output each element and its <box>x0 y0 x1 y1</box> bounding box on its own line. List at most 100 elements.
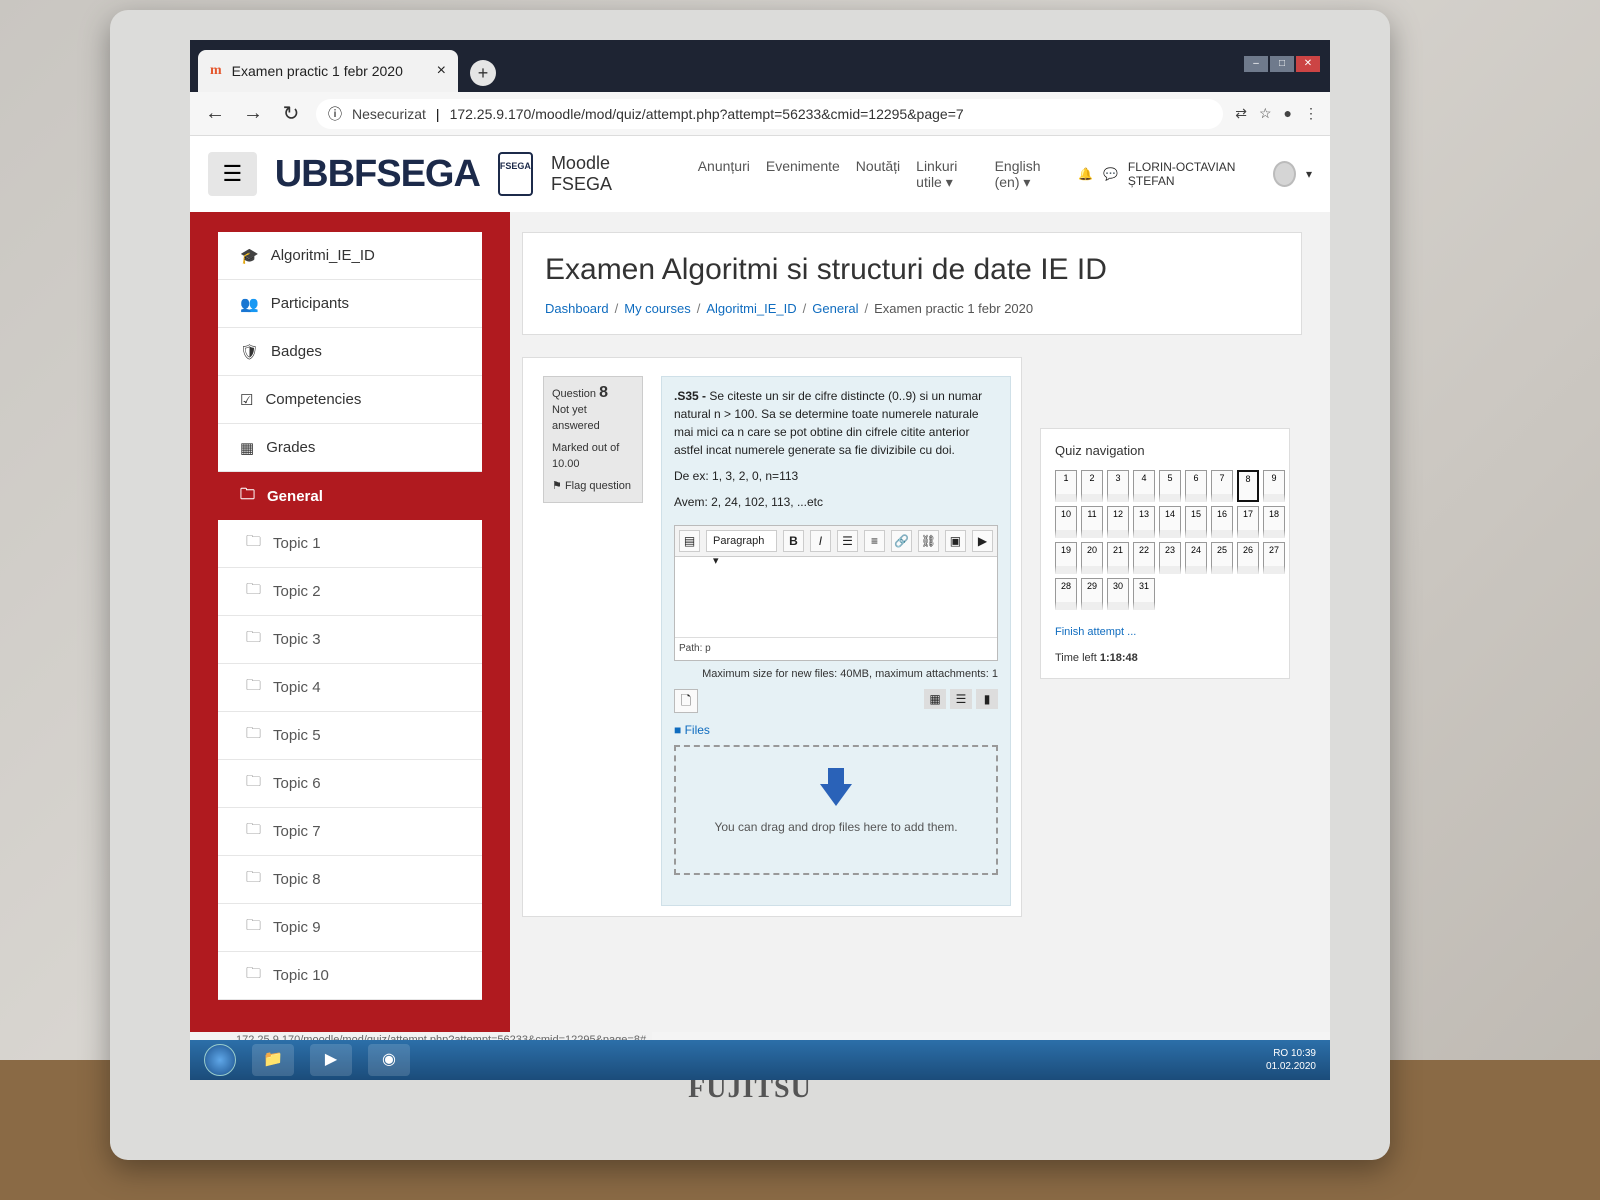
unlink-icon[interactable]: ⛓ <box>917 530 939 552</box>
quiz-nav-button-28[interactable]: 28 <box>1055 578 1077 610</box>
quiz-nav-button-1[interactable]: 1 <box>1055 470 1077 502</box>
grid-view-icon[interactable]: ▦ <box>924 689 946 709</box>
image-icon[interactable]: ▣ <box>944 530 966 552</box>
translate-icon[interactable]: ⇄ <box>1235 105 1247 122</box>
quiz-nav-button-15[interactable]: 15 <box>1185 506 1207 538</box>
forward-icon[interactable]: → <box>240 102 266 125</box>
quiz-nav-button-6[interactable]: 6 <box>1185 470 1207 502</box>
quiz-nav-button-29[interactable]: 29 <box>1081 578 1103 610</box>
file-dropzone[interactable]: You can drag and drop files here to add … <box>674 745 998 875</box>
chevron-down-icon[interactable]: ▾ <box>1306 167 1312 181</box>
quiz-nav-button-3[interactable]: 3 <box>1107 470 1129 502</box>
quiz-nav-button-23[interactable]: 23 <box>1159 542 1181 574</box>
drawer-item-topic[interactable]: 🗀 Topic 10 <box>218 952 482 1000</box>
quiz-nav-button-31[interactable]: 31 <box>1133 578 1155 610</box>
breadcrumb-dashboard[interactable]: Dashboard <box>545 301 609 316</box>
link-icon[interactable]: 🔗 <box>890 530 912 552</box>
quiz-nav-button-2[interactable]: 2 <box>1081 470 1103 502</box>
drawer-item-grades[interactable]: ▦ Grades <box>218 424 482 472</box>
drawer-toggle-button[interactable]: ☰ <box>208 152 257 196</box>
drawer-item-topic[interactable]: 🗀 Topic 9 <box>218 904 482 952</box>
quiz-nav-button-21[interactable]: 21 <box>1107 542 1129 574</box>
quiz-nav-button-17[interactable]: 17 <box>1237 506 1259 538</box>
quiz-nav-button-9[interactable]: 9 <box>1263 470 1285 502</box>
paragraph-style-select[interactable]: Paragraph ▾ <box>706 530 777 567</box>
quiz-nav-button-12[interactable]: 12 <box>1107 506 1129 538</box>
quiz-nav-button-4[interactable]: 4 <box>1133 470 1155 502</box>
quiz-nav-button-7[interactable]: 7 <box>1211 470 1233 502</box>
add-file-icon[interactable]: 🗋 <box>674 689 698 713</box>
quiz-nav-button-14[interactable]: 14 <box>1159 506 1181 538</box>
ordered-list-icon[interactable]: ≡ <box>863 530 885 552</box>
drawer-item-topic[interactable]: 🗀 Topic 5 <box>218 712 482 760</box>
url-field[interactable]: ⓘ Nesecurizat | 172.25.9.170/moodle/mod/… <box>316 98 1224 129</box>
minimize-button[interactable]: – <box>1244 56 1268 72</box>
quiz-nav-button-25[interactable]: 25 <box>1211 542 1233 574</box>
breadcrumb-section[interactable]: General <box>812 301 858 316</box>
browser-tab[interactable]: m Examen practic 1 febr 2020 × <box>198 50 458 92</box>
quiz-nav-button-24[interactable]: 24 <box>1185 542 1207 574</box>
flag-question-button[interactable]: ⚑ Flag question <box>552 478 634 494</box>
reload-icon[interactable]: ↻ <box>278 101 304 126</box>
system-tray[interactable]: RO 10:39 01.02.2020 <box>1266 1047 1316 1073</box>
site-logo[interactable]: UBBFSEGA <box>275 153 481 196</box>
drawer-item-topic[interactable]: 🗀 Topic 6 <box>218 760 482 808</box>
notifications-bell-icon[interactable]: 🔔 <box>1078 167 1093 181</box>
info-icon[interactable]: ⓘ <box>328 104 342 124</box>
quiz-nav-button-20[interactable]: 20 <box>1081 542 1103 574</box>
quiz-nav-button-10[interactable]: 10 <box>1055 506 1077 538</box>
drawer-item-course[interactable]: 🎓 Algoritmi_IE_ID <box>218 232 482 280</box>
bold-button[interactable]: B <box>782 530 804 552</box>
media-icon[interactable]: ▶ <box>971 530 993 552</box>
quiz-nav-button-30[interactable]: 30 <box>1107 578 1129 610</box>
italic-button[interactable]: I <box>809 530 831 552</box>
chrome-taskbar-icon[interactable]: ◉ <box>368 1044 410 1076</box>
menu-events[interactable]: Evenimente <box>766 158 840 191</box>
quiz-nav-button-11[interactable]: 11 <box>1081 506 1103 538</box>
menu-announcements[interactable]: Anunțuri <box>698 158 750 191</box>
drawer-item-general[interactable]: 🗀 General <box>218 472 482 520</box>
tree-view-icon[interactable]: ▮ <box>976 689 998 709</box>
user-menu[interactable]: 🔔 💬 FLORIN-OCTAVIAN ȘTEFAN ▾ <box>1078 160 1312 188</box>
start-button[interactable] <box>204 1044 236 1076</box>
drawer-item-topic[interactable]: 🗀 Topic 8 <box>218 856 482 904</box>
quiz-nav-button-8[interactable]: 8 <box>1237 470 1259 502</box>
drawer-item-participants[interactable]: 👥 Participants <box>218 280 482 328</box>
answer-text-area[interactable] <box>675 557 997 637</box>
drawer-item-badges[interactable]: 🛡 Badges <box>218 328 482 376</box>
drawer-item-topic[interactable]: 🗀 Topic 3 <box>218 616 482 664</box>
media-player-taskbar-icon[interactable]: ▶ <box>310 1044 352 1076</box>
breadcrumb-my-courses[interactable]: My courses <box>624 301 690 316</box>
toolbar-toggle-icon[interactable]: ▤ <box>679 530 700 552</box>
quiz-nav-button-18[interactable]: 18 <box>1263 506 1285 538</box>
quiz-nav-button-19[interactable]: 19 <box>1055 542 1077 574</box>
breadcrumb-course[interactable]: Algoritmi_IE_ID <box>706 301 796 316</box>
drawer-item-topic[interactable]: 🗀 Topic 2 <box>218 568 482 616</box>
back-icon[interactable]: ← <box>202 102 228 125</box>
new-tab-button[interactable]: + <box>470 60 496 86</box>
list-view-icon[interactable]: ☰ <box>950 689 972 709</box>
close-window-button[interactable]: ✕ <box>1296 56 1320 72</box>
quiz-nav-button-22[interactable]: 22 <box>1133 542 1155 574</box>
messages-icon[interactable]: 💬 <box>1103 167 1118 181</box>
quiz-nav-button-13[interactable]: 13 <box>1133 506 1155 538</box>
avatar[interactable] <box>1273 161 1296 187</box>
profile-icon[interactable]: ● <box>1284 105 1292 122</box>
quiz-nav-button-16[interactable]: 16 <box>1211 506 1233 538</box>
drawer-item-topic[interactable]: 🗀 Topic 1 <box>218 520 482 568</box>
tab-close-icon[interactable]: × <box>437 62 446 80</box>
unordered-list-icon[interactable]: ☰ <box>836 530 858 552</box>
maximize-button[interactable]: □ <box>1270 56 1294 72</box>
files-folder[interactable]: ■ Files <box>674 721 998 739</box>
drawer-item-competencies[interactable]: ☑ Competencies <box>218 376 482 424</box>
explorer-taskbar-icon[interactable]: 📁 <box>252 1044 294 1076</box>
finish-attempt-link[interactable]: Finish attempt ... <box>1055 626 1275 638</box>
quiz-nav-button-27[interactable]: 27 <box>1263 542 1285 574</box>
quiz-nav-button-26[interactable]: 26 <box>1237 542 1259 574</box>
language-menu[interactable]: English (en) ▾ <box>995 158 1060 191</box>
menu-useful-links[interactable]: Linkuri utile ▾ <box>916 158 978 191</box>
browser-menu-icon[interactable]: ⋮ <box>1304 105 1318 122</box>
drawer-item-topic[interactable]: 🗀 Topic 7 <box>218 808 482 856</box>
drawer-item-topic[interactable]: 🗀 Topic 4 <box>218 664 482 712</box>
bookmark-star-icon[interactable]: ☆ <box>1259 105 1272 122</box>
